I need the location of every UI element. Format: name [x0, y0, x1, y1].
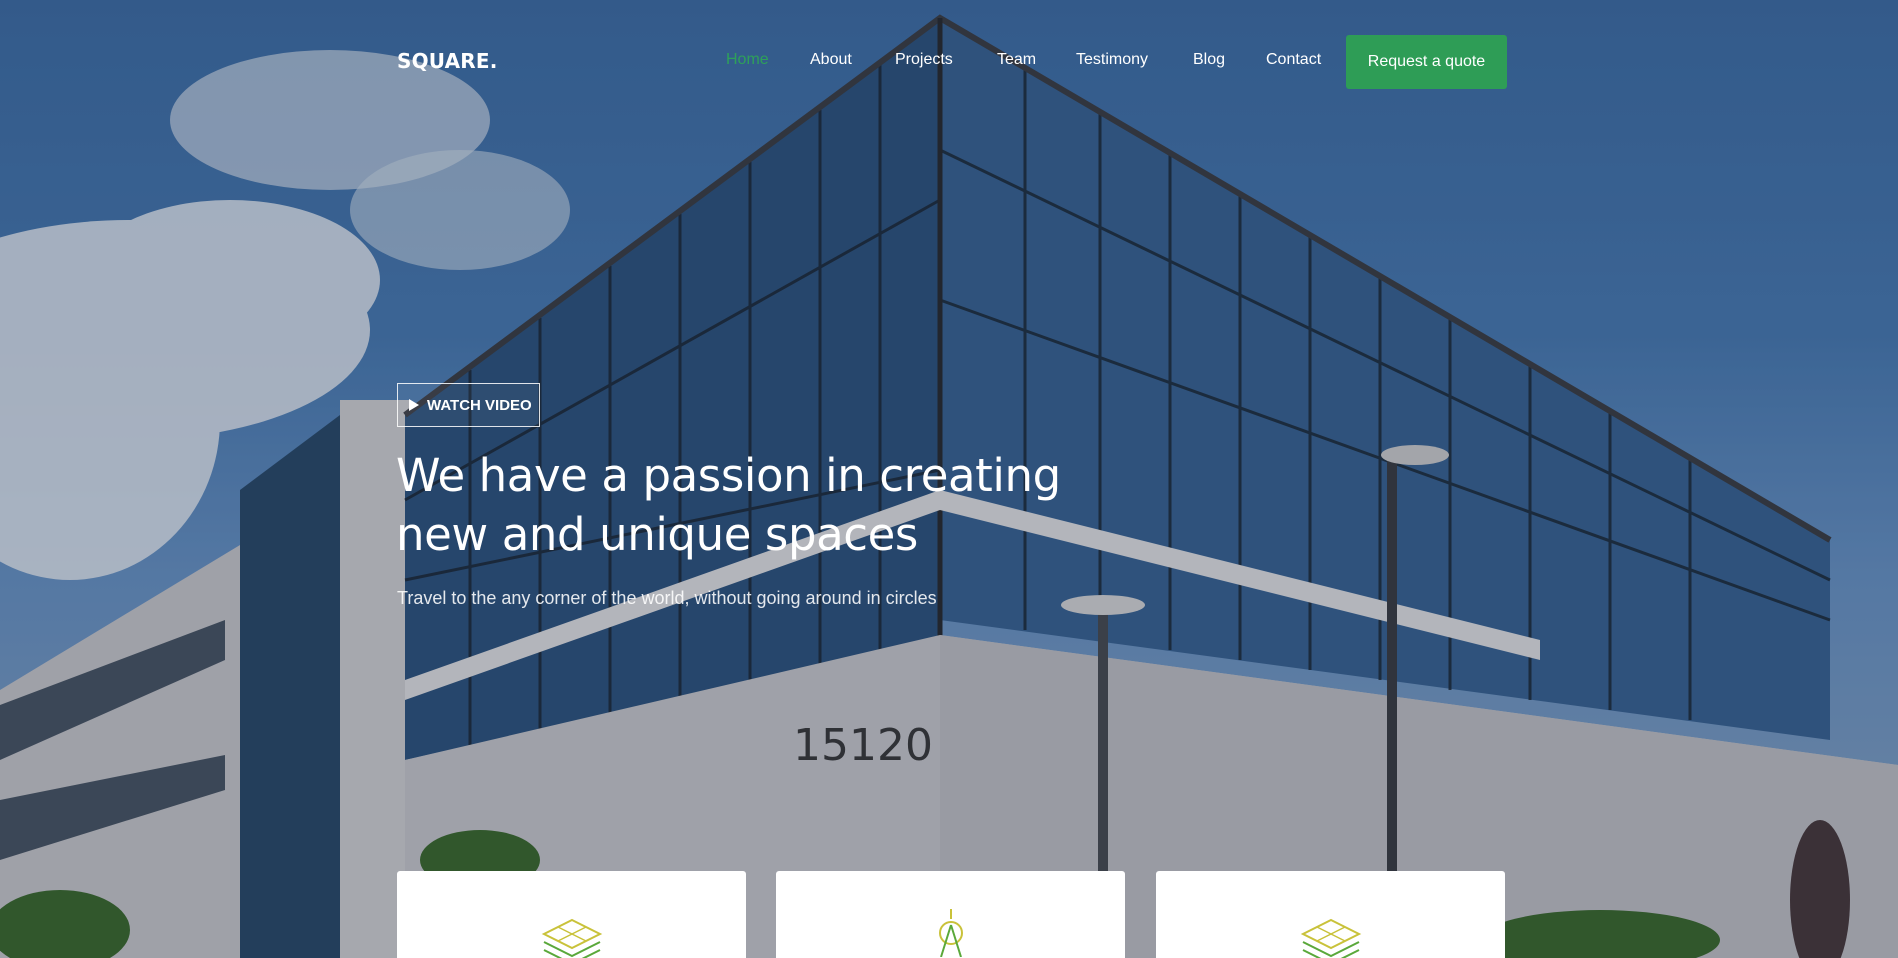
nav-testimony[interactable]: Testimony: [1076, 51, 1148, 69]
nav-about[interactable]: About: [810, 51, 852, 69]
nav-home[interactable]: Home: [726, 51, 769, 69]
hero-headline: We have a passion in creating new and un…: [396, 446, 1096, 564]
request-quote-button[interactable]: Request a quote: [1346, 35, 1507, 89]
layers-icon: [541, 918, 602, 958]
play-icon: [409, 399, 419, 411]
hero-subtext: Travel to the any corner of the world, w…: [397, 588, 937, 608]
hero-headline-line2: new and unique spaces: [396, 508, 918, 561]
compass-icon: [938, 909, 963, 957]
hero-headline-line1: We have a passion in creating: [396, 449, 1061, 502]
nav-contact[interactable]: Contact: [1266, 51, 1321, 69]
layers-icon: [1300, 918, 1361, 958]
feature-card-2[interactable]: [776, 871, 1125, 958]
watch-video-button[interactable]: WATCH VIDEO: [397, 383, 540, 427]
feature-card-1[interactable]: [397, 871, 746, 958]
site-logo[interactable]: SQUARE.: [397, 49, 498, 73]
nav-team[interactable]: Team: [997, 51, 1036, 69]
nav-projects[interactable]: Projects: [895, 51, 953, 69]
nav-blog[interactable]: Blog: [1193, 51, 1225, 69]
feature-card-3[interactable]: [1156, 871, 1505, 958]
watch-video-label: WATCH VIDEO: [427, 396, 532, 414]
